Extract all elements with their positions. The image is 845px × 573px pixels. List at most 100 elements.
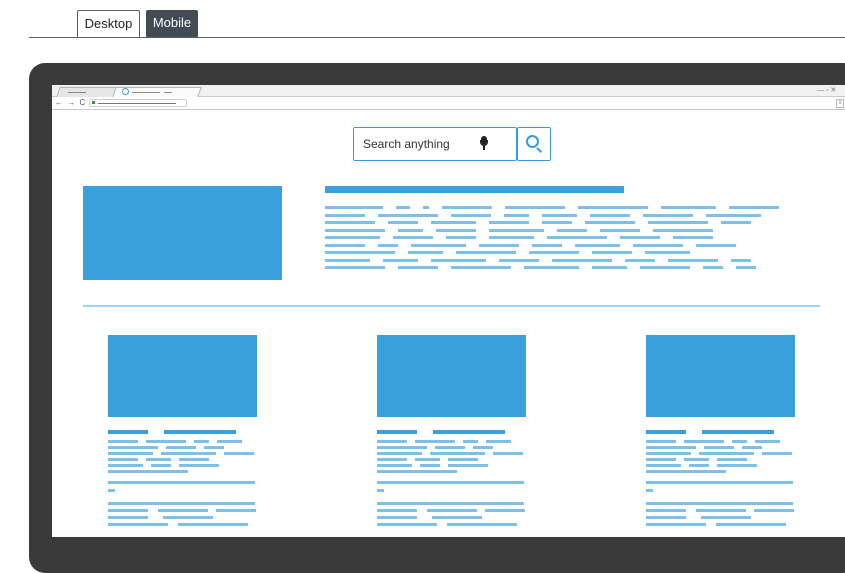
text-line-placeholder [643,213,693,217]
text-line-placeholder [552,258,612,262]
view-tabs: Desktop Mobile [0,0,845,38]
text-line-placeholder [736,266,756,269]
search-icon-handle [536,147,542,153]
text-line-placeholder [224,452,254,455]
text-line-placeholder [731,258,751,262]
text-line-placeholder [673,236,713,239]
text-line-placeholder [547,236,607,239]
text-line-placeholder [479,243,519,247]
search-bar: Search anything [353,127,551,161]
text-line-placeholder [489,236,534,239]
text-line-placeholder [704,446,734,449]
text-line-placeholder [542,213,577,217]
text-line-placeholder [377,509,417,512]
text-line-placeholder [146,458,171,461]
text-line-placeholder [524,266,579,269]
text-line-placeholder [325,236,380,239]
microphone-icon-stem [483,146,485,150]
text-line-placeholder [451,213,491,217]
text-line-placeholder [486,440,511,443]
tab-desktop[interactable]: Desktop [77,10,140,38]
text-line-placeholder [108,458,138,461]
text-line-placeholder [451,266,511,269]
text-line-placeholder [325,213,365,217]
text-line-placeholder [146,440,186,443]
text-line-placeholder [646,470,726,473]
text-line-placeholder [696,243,736,247]
text-line-placeholder [108,516,148,519]
text-line-placeholder [377,458,407,461]
text-line-placeholder [646,464,681,467]
text-line-placeholder [108,464,143,467]
text-line-placeholder [646,446,696,449]
text-line-placeholder [600,228,640,232]
text-line-placeholder [648,221,708,224]
tab-mobile[interactable]: Mobile [146,10,198,37]
text-line-placeholder [377,446,427,449]
text-line-placeholder [557,228,587,232]
text-line-placeholder [493,452,523,455]
text-line-placeholder [151,464,171,467]
text-line-placeholder [742,446,762,449]
browser-menu-icon[interactable]: ≡ [836,99,844,108]
text-line-placeholder [668,258,718,262]
text-line-placeholder [646,509,686,512]
text-line-placeholder [166,446,196,449]
text-line-placeholder [163,516,213,519]
text-line-placeholder [378,243,398,247]
text-line-placeholder [646,481,793,484]
text-line-placeholder [463,440,478,443]
tabs-underline [29,37,845,38]
text-line-placeholder [423,206,429,209]
text-line-placeholder [398,266,438,269]
text-line-placeholder [532,243,562,247]
address-bar[interactable] [89,99,187,107]
text-line-placeholder [755,440,780,443]
search-button[interactable] [517,127,551,161]
text-line-placeholder [448,458,478,461]
search-placeholder: Search anything [363,137,450,151]
hero-image-placeholder [83,186,282,280]
text-line-placeholder [489,221,529,224]
text-line-placeholder [646,452,691,455]
text-line-placeholder [411,243,466,247]
text-line-placeholder [684,458,709,461]
text-line-placeholder [377,523,437,526]
microphone-icon[interactable] [480,136,488,152]
browser-tab-inactive[interactable] [56,87,118,97]
text-line-placeholder [689,464,709,467]
text-line-placeholder [408,251,443,254]
text-line-placeholder [325,221,375,224]
section-divider [83,305,820,307]
text-line-placeholder [447,523,517,526]
text-line-placeholder [754,509,794,512]
text-line-placeholder [158,509,208,512]
text-line-placeholder [393,236,433,239]
window-controls[interactable]: — ▫ ✕ [817,85,836,96]
text-line-placeholder [640,266,690,269]
text-line-placeholder [179,464,219,467]
search-input[interactable]: Search anything [353,127,517,161]
text-line-placeholder [325,243,365,247]
card-2-image-placeholder [377,335,526,417]
text-line-placeholder [473,446,493,449]
text-line-placeholder [590,213,630,217]
text-line-placeholder [415,458,440,461]
card-3-image-placeholder [646,335,795,417]
text-line-placeholder [448,464,488,467]
text-line-placeholder [108,440,138,443]
text-line-placeholder [542,221,572,224]
text-line-placeholder [383,258,418,262]
text-line-placeholder [505,206,565,209]
text-line-placeholder [204,446,224,449]
text-line-placeholder [432,516,482,519]
text-line-placeholder [325,266,385,269]
text-line-placeholder [456,251,516,254]
text-line-placeholder [504,213,529,217]
hero-title-placeholder [325,186,624,193]
text-line-placeholder [108,430,148,434]
text-line-placeholder [388,221,418,224]
nav-buttons[interactable]: ← → C [55,97,86,109]
text-line-placeholder [732,440,747,443]
text-line-placeholder [646,516,686,519]
